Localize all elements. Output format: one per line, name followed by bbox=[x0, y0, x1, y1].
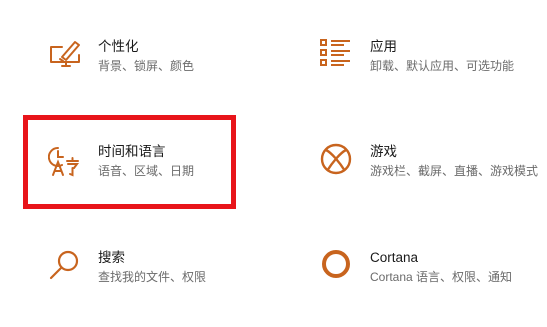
tile-cortana[interactable]: Cortana Cortana 语言、权限、通知 bbox=[320, 249, 545, 295]
tile-description: 卸载、默认应用、可选功能 bbox=[370, 59, 515, 73]
tile-description: 背景、锁屏、颜色 bbox=[98, 59, 195, 73]
tile-description: 语音、区域、日期 bbox=[98, 164, 195, 178]
tile-title: 搜索 bbox=[98, 250, 125, 265]
tile-personalization[interactable]: 个性化 背景、锁屏、颜色 bbox=[48, 38, 278, 84]
time-language-icon bbox=[48, 146, 79, 177]
tile-apps[interactable]: 应用 卸载、默认应用、可选功能 bbox=[320, 38, 545, 84]
cortana-icon bbox=[322, 250, 350, 278]
tile-search[interactable]: 搜索 查找我的文件、权限 bbox=[48, 249, 278, 295]
tile-description: Cortana 语言、权限、通知 bbox=[370, 270, 513, 284]
personalization-icon bbox=[50, 41, 80, 67]
tile-title: 应用 bbox=[370, 39, 397, 54]
tile-title: 游戏 bbox=[370, 144, 397, 159]
tile-gaming[interactable]: 游戏 游戏栏、截屏、直播、游戏模式 bbox=[320, 143, 545, 189]
search-icon bbox=[49, 250, 79, 280]
xbox-icon bbox=[320, 143, 352, 175]
tile-time-language[interactable]: 时间和语言 语音、区域、日期 bbox=[48, 143, 228, 189]
settings-home: 个性化 背景、锁屏、颜色 应用 卸载、默认应用、可选功能 时间和语言 语音、区域 bbox=[0, 0, 547, 327]
tile-title: 个性化 bbox=[98, 39, 139, 54]
apps-icon bbox=[320, 39, 350, 66]
tile-description: 查找我的文件、权限 bbox=[98, 270, 207, 284]
tile-description: 游戏栏、截屏、直播、游戏模式 bbox=[370, 164, 539, 178]
tile-title: Cortana bbox=[370, 250, 419, 265]
tile-title: 时间和语言 bbox=[98, 144, 166, 159]
